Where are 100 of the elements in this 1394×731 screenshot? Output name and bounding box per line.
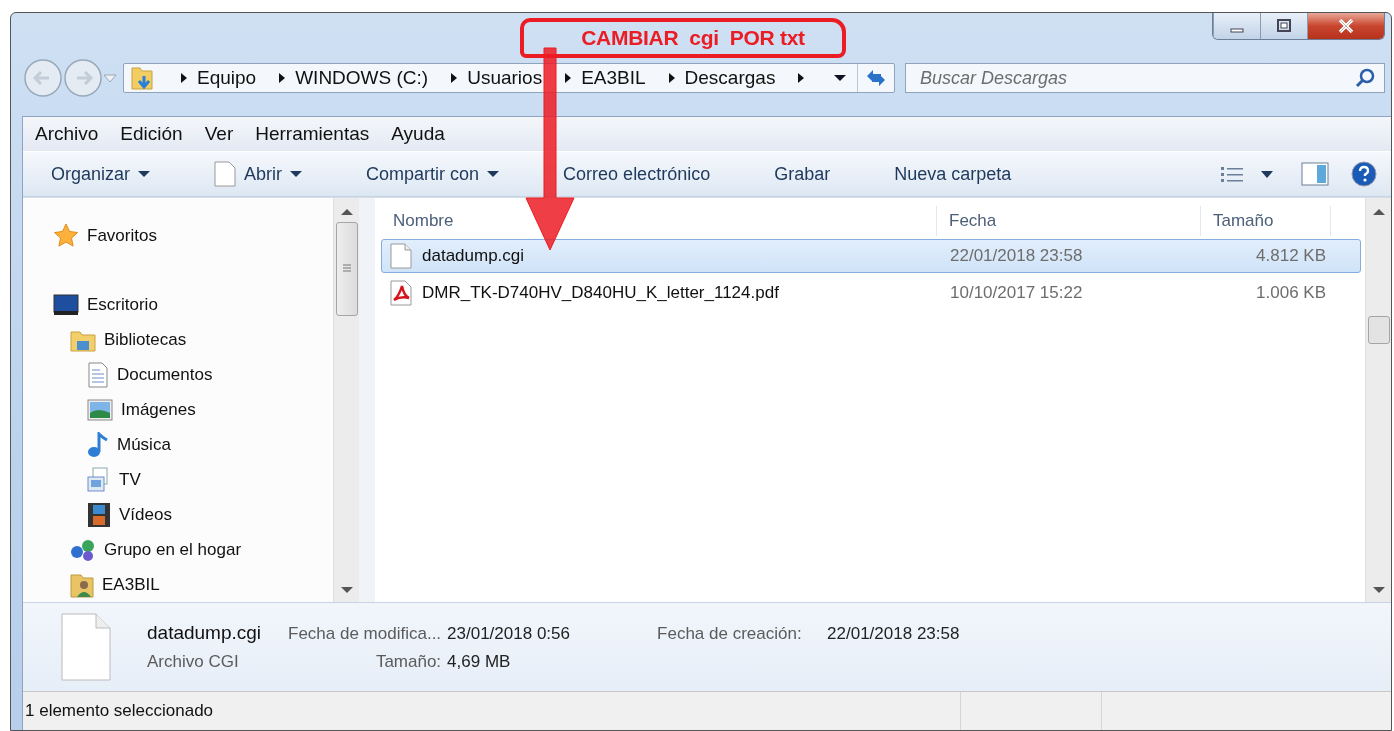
close-icon	[1338, 19, 1354, 33]
file-size: 1.006 KB	[1255, 283, 1327, 303]
address-bar[interactable]: Equipo WINDOWS (C:) Usuarios EA3BIL Descargas	[123, 63, 895, 93]
chevron-icon	[450, 72, 459, 84]
file-type: Archivo CGI	[147, 652, 240, 672]
caret-icon	[290, 170, 303, 178]
music-note-icon	[87, 431, 109, 458]
column-header[interactable]: Tamaño	[1201, 206, 1331, 236]
homegroup-icon	[70, 537, 96, 562]
user-folder-icon	[70, 571, 94, 598]
document-icon	[87, 361, 109, 388]
status-text: 1 elemento seleccionado	[23, 692, 961, 730]
nav-item[interactable]: Grupo en el hogar	[70, 532, 333, 567]
chevron-icon	[797, 72, 806, 84]
nav-label: Grupo en el hogar	[104, 539, 242, 560]
scrollbar[interactable]	[333, 198, 359, 602]
field-label: Fecha de creación:	[657, 624, 803, 644]
toolbar-button[interactable]: Grabar	[771, 159, 834, 189]
nav-label: Favoritos	[87, 225, 157, 246]
nav-item[interactable]: Documentos	[87, 357, 333, 392]
file-name: datadump.cgi	[422, 246, 525, 266]
menu-item[interactable]: Edición	[116, 120, 187, 148]
toolbar-button[interactable]: Compartir con	[363, 159, 503, 189]
picture-icon	[87, 398, 113, 421]
search-icon	[1355, 68, 1375, 88]
grip-icon	[342, 264, 351, 274]
file-row[interactable]: datadump.cgi 22/01/2018 23:58 4.812 KB	[381, 239, 1361, 273]
back-button[interactable]	[23, 58, 63, 98]
breadcrumb[interactable]: EA3BIL	[581, 67, 646, 89]
tv-icon	[87, 466, 111, 493]
breadcrumb[interactable]: WINDOWS (C:)	[295, 67, 429, 89]
scroll-down-icon	[340, 586, 353, 594]
help-icon[interactable]	[1351, 161, 1377, 187]
nav-item[interactable]: Música	[87, 427, 333, 462]
caret-icon	[487, 170, 500, 178]
field-value: 4,69 MB	[447, 652, 512, 672]
breadcrumb[interactable]: Equipo	[197, 67, 257, 89]
menu-item[interactable]: Herramientas	[251, 120, 374, 148]
pdf-icon	[390, 280, 412, 306]
forward-button[interactable]	[63, 58, 103, 98]
preview-pane-icon[interactable]	[1301, 162, 1329, 186]
scroll-down-icon	[1372, 586, 1385, 594]
chevron-icon	[180, 72, 188, 84]
dropdown-arrow-icon	[103, 73, 117, 83]
nav-item[interactable]: Escritorio	[53, 287, 333, 322]
file-name: DMR_TK-D740HV_D840HU_K_letter_1124.pdf	[422, 283, 779, 303]
nav-label: Vídeos	[119, 504, 172, 525]
field-label: Fecha de modifica...	[287, 624, 443, 644]
search-field[interactable]: Buscar Descargas	[905, 63, 1385, 93]
chevron-icon	[564, 72, 573, 84]
nav-item[interactable]: EA3BIL	[70, 567, 333, 602]
file-row[interactable]: DMR_TK-D740HV_D840HU_K_letter_1124.pdf 10/10/2017 15:22 1.006 KB	[381, 276, 1361, 310]
nav-label: EA3BIL	[102, 574, 160, 595]
file-icon	[61, 613, 111, 681]
toolbar-label: Abrir	[244, 163, 283, 185]
file-date: 22/01/2018 23:58	[949, 246, 1084, 266]
nav-label: TV	[119, 469, 141, 490]
menu-item[interactable]: Ayuda	[387, 120, 449, 148]
nav-item[interactable]: Favoritos	[53, 218, 333, 253]
toolbar-button[interactable]: Nueva carpeta	[891, 159, 1015, 189]
menu-item[interactable]: Archivo	[31, 120, 103, 148]
scroll-thumb[interactable]	[1367, 316, 1390, 344]
file-name: datadump.cgi	[147, 622, 263, 644]
scroll-up-icon	[340, 208, 353, 216]
close-button[interactable]	[1307, 13, 1384, 39]
chevron-icon	[667, 72, 676, 84]
chevron-icon	[278, 72, 287, 84]
maximize-button[interactable]	[1260, 13, 1307, 39]
toolbar-button[interactable]: Abrir	[211, 157, 306, 191]
scroll-up-icon	[1372, 208, 1385, 216]
column-header[interactable]: Fecha	[937, 206, 1201, 236]
breadcrumb[interactable]: Descargas	[684, 67, 776, 89]
nav-label: Escritorio	[87, 294, 158, 315]
file-icon	[390, 243, 412, 269]
folder-icon	[130, 65, 156, 91]
toolbar-button[interactable]: Correo electrónico	[560, 159, 714, 189]
film-icon	[87, 501, 111, 528]
nav-item[interactable]: Imágenes	[87, 392, 333, 427]
nav-item[interactable]: Vídeos	[87, 497, 333, 532]
menu-item[interactable]: Ver	[200, 120, 238, 148]
field-value: 23/01/2018 0:56	[447, 624, 571, 644]
nav-label: Documentos	[117, 364, 213, 385]
nav-item[interactable]: Bibliotecas	[70, 322, 333, 357]
scrollbar[interactable]	[1365, 198, 1391, 602]
document-icon	[214, 161, 237, 187]
maximize-icon	[1277, 19, 1291, 33]
nav-label: Música	[117, 434, 171, 455]
file-date: 10/10/2017 15:22	[949, 283, 1084, 303]
star-icon	[53, 222, 79, 249]
nav-label: Imágenes	[121, 399, 196, 420]
caret-icon	[834, 74, 846, 82]
nav-label: Bibliotecas	[104, 329, 187, 350]
field-value: 22/01/2018 23:58	[827, 624, 960, 644]
minimize-icon	[1230, 27, 1244, 33]
toolbar-button[interactable]: Organizar	[48, 159, 154, 189]
toolbar-label: Compartir con	[366, 163, 480, 185]
toolbar-label: Organizar	[51, 163, 131, 185]
breadcrumb[interactable]: Usuarios	[467, 67, 543, 89]
nav-item[interactable]: TV	[87, 462, 333, 497]
monitor-icon	[53, 293, 79, 316]
